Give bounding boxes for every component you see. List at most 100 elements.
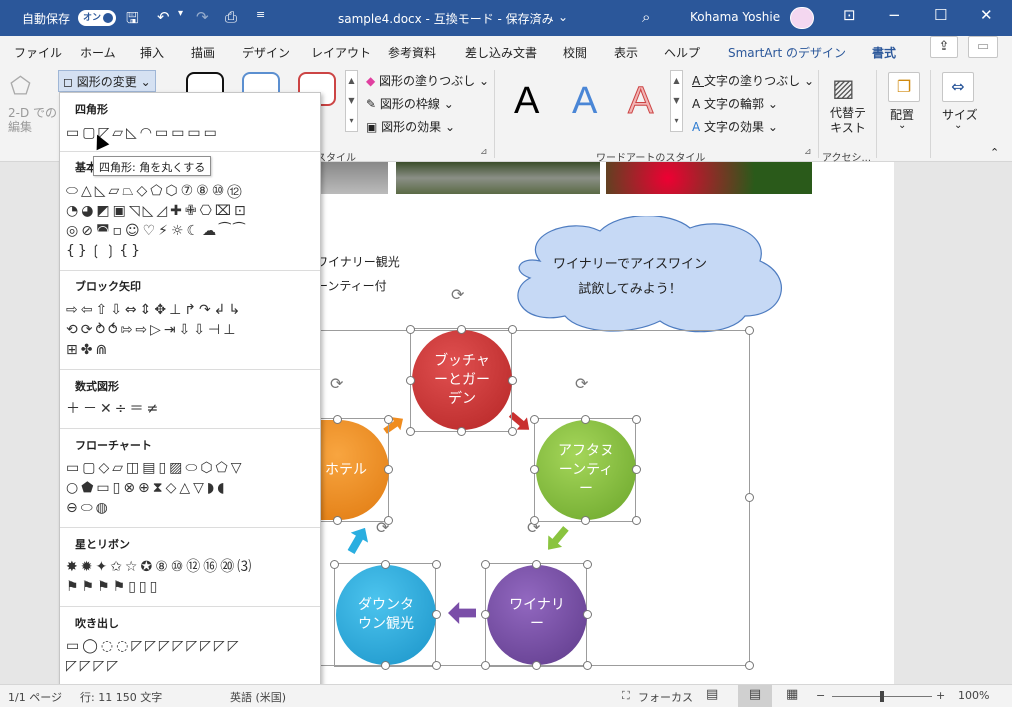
- resize-handle[interactable]: [508, 376, 517, 385]
- doc-text-line2[interactable]: ーンティー付: [316, 277, 387, 294]
- print-layout-icon[interactable]: ▤: [738, 685, 772, 707]
- resize-handle[interactable]: [432, 661, 441, 670]
- wordart-style-black[interactable]: A: [514, 80, 539, 123]
- resize-handle[interactable]: [530, 465, 539, 474]
- photo-fountain[interactable]: [396, 162, 600, 194]
- comments-icon[interactable]: ▭: [968, 36, 998, 58]
- tab-file[interactable]: ファイル: [14, 44, 62, 61]
- resize-handle[interactable]: [583, 610, 592, 619]
- alt-text-button[interactable]: 代替テキスト: [828, 106, 868, 136]
- resize-handle[interactable]: [381, 661, 390, 670]
- resize-handle[interactable]: [530, 516, 539, 525]
- scroll-down-icon[interactable]: ▼: [671, 91, 682, 111]
- tab-view[interactable]: 表示: [614, 44, 638, 61]
- shape-row-arrows[interactable]: ⊞✤⋒: [66, 340, 110, 360]
- resize-handle[interactable]: [384, 415, 393, 424]
- resize-handle[interactable]: [745, 493, 754, 502]
- language[interactable]: 英語 (米国): [230, 689, 286, 705]
- page-count[interactable]: 1/1 ページ: [8, 689, 62, 705]
- ribbon-display-icon[interactable]: ⊡: [843, 6, 856, 24]
- customize-qat-icon[interactable]: ≡: [256, 8, 265, 21]
- resize-handle[interactable]: [632, 516, 641, 525]
- print-preview-icon[interactable]: ⎙: [225, 8, 237, 26]
- shape-row-basic[interactable]: {}❲❳{}: [66, 241, 143, 261]
- resize-handle[interactable]: [532, 560, 541, 569]
- chevron-down-icon[interactable]: ⌄: [898, 120, 906, 131]
- user-name[interactable]: Kohama Yoshie: [690, 10, 780, 24]
- autosave-toggle[interactable]: オン: [78, 10, 116, 26]
- resize-handle[interactable]: [457, 325, 466, 334]
- resize-handle[interactable]: [745, 661, 754, 670]
- resize-handle[interactable]: [632, 465, 641, 474]
- resize-handle[interactable]: [406, 427, 415, 436]
- arrange-icon[interactable]: ❐: [888, 72, 920, 102]
- tab-smartart-design[interactable]: SmartArt のデザイン: [728, 44, 846, 61]
- read-mode-icon[interactable]: ▤: [706, 687, 718, 702]
- shape-row-basic[interactable]: ◔◕◩▣◹◺◿✚✙⎔⌧⊡: [66, 201, 249, 221]
- scroll-down-icon[interactable]: ▼: [346, 91, 357, 111]
- resize-handle[interactable]: [481, 610, 490, 619]
- shape-row-callouts[interactable]: ◸◸◸◸: [66, 656, 121, 676]
- rotate-handle-icon[interactable]: ⟳: [451, 285, 464, 304]
- wordart-style-blue[interactable]: A: [572, 80, 597, 123]
- tab-help[interactable]: ヘルプ: [664, 44, 700, 61]
- zoom-slider[interactable]: [832, 691, 932, 702]
- chevron-down-icon[interactable]: ⌄: [954, 120, 962, 131]
- minimize-icon[interactable]: −: [888, 6, 901, 24]
- resize-handle[interactable]: [532, 661, 541, 670]
- scroll-up-icon[interactable]: ▲: [671, 71, 682, 91]
- tab-draw[interactable]: 描画: [191, 44, 215, 61]
- text-fill-button[interactable]: A 文字の塗りつぶし ⌄: [692, 72, 814, 89]
- text-outline-button[interactable]: A 文字の輪郭 ⌄: [692, 95, 778, 112]
- resize-handle[interactable]: [481, 661, 490, 670]
- shape-row-stars[interactable]: ✸✹✦✩☆✪⑧⑩⑫⑯⑳⑶: [66, 557, 254, 577]
- shape-row-basic[interactable]: ◎⊘◚▫☺♡⚡☼☾☁⁀⁀: [66, 221, 248, 241]
- change-shape-button[interactable]: ◻ 図形の変更 ⌄: [58, 70, 156, 92]
- resize-handle[interactable]: [481, 560, 490, 569]
- resize-handle[interactable]: [508, 427, 517, 436]
- shape-row-stars[interactable]: ⚑⚑⚑⚑▯▯▯: [66, 577, 160, 597]
- resize-handle[interactable]: [583, 661, 592, 670]
- shape-row-arrows[interactable]: ⟲⟳⥁⥀⇰⇨▷⇥⇩⇩⊣⊥: [66, 320, 238, 340]
- resize-handle[interactable]: [381, 560, 390, 569]
- shape-fill-button[interactable]: ◆ 図形の塗りつぶし ⌄: [366, 72, 489, 89]
- rotate-handle-icon[interactable]: ⟳: [330, 374, 343, 393]
- resize-handle[interactable]: [330, 560, 339, 569]
- node-winery[interactable]: ワイナリ ー: [487, 565, 587, 665]
- maximize-icon[interactable]: ☐: [934, 6, 947, 24]
- shape-outline-button[interactable]: ✎ 図形の枠線 ⌄: [366, 95, 454, 112]
- rotate-handle-icon[interactable]: ⟳: [575, 374, 588, 393]
- resize-handle[interactable]: [583, 560, 592, 569]
- size-icon[interactable]: ⇔: [942, 72, 974, 102]
- node-downtown[interactable]: ダウンタ ウン観光: [336, 565, 436, 665]
- word-count[interactable]: 行: 11 150 文字: [80, 689, 162, 705]
- web-layout-icon[interactable]: ▦: [786, 687, 798, 702]
- focus-icon[interactable]: ⛶: [622, 689, 630, 703]
- resize-handle[interactable]: [530, 415, 539, 424]
- zoom-level[interactable]: 100%: [958, 689, 989, 702]
- resize-handle[interactable]: [508, 325, 517, 334]
- resize-handle[interactable]: [432, 610, 441, 619]
- resize-handle[interactable]: [745, 326, 754, 335]
- resize-handle[interactable]: [457, 427, 466, 436]
- shape-row-basic[interactable]: ⬭△◺▱⏢◇⬠⬡⑦⑧⑩⑫: [66, 181, 245, 201]
- shape-row-flowchart[interactable]: ⊖⬭◍: [66, 498, 111, 518]
- resize-handle[interactable]: [333, 516, 342, 525]
- shape-row-arrows[interactable]: ⇨⇦⇧⇩⇔⇕✥⊥↱↷↲↳: [66, 300, 243, 320]
- more-icon[interactable]: ▾: [671, 111, 682, 131]
- search-icon[interactable]: ⌕: [642, 8, 650, 26]
- avatar[interactable]: [790, 7, 814, 29]
- dialog-launcher-icon[interactable]: ⊿: [480, 147, 488, 157]
- shape-effects-button[interactable]: ▣ 図形の効果 ⌄: [366, 118, 455, 135]
- share-icon[interactable]: ⇪: [930, 36, 958, 58]
- shape-row-rectangles[interactable]: ▭▢◸▱◺◠▭▭▭▭: [66, 123, 220, 143]
- shape-row-flowchart[interactable]: ○⬟▭▯⊗⊕⧗◇△▽◗◖: [66, 478, 228, 498]
- alt-text-icon[interactable]: ▨: [832, 74, 855, 102]
- more-icon[interactable]: ▾: [346, 111, 357, 131]
- doc-text-line1[interactable]: ワイナリー観光: [316, 253, 400, 270]
- collapse-ribbon-icon[interactable]: ⌃: [990, 146, 999, 159]
- tab-references[interactable]: 参考資料: [388, 44, 436, 61]
- resize-handle[interactable]: [581, 415, 590, 424]
- tab-mailings[interactable]: 差し込み文書: [465, 44, 537, 61]
- text-effects-button[interactable]: A 文字の効果 ⌄: [692, 118, 778, 135]
